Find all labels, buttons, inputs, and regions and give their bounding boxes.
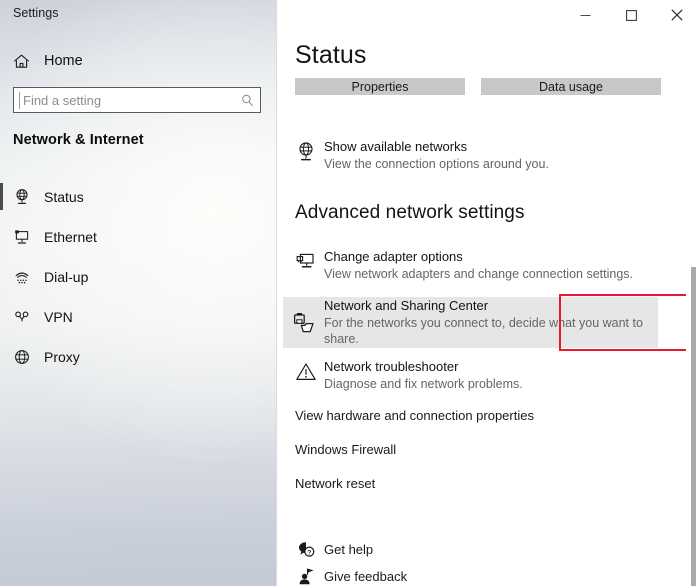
scrollbar-thumb[interactable] [691,267,696,586]
sidebar-item-ethernet[interactable]: Ethernet [0,217,277,257]
link-view-hardware-properties[interactable]: View hardware and connection properties [295,408,534,423]
globe-monitor-icon [288,139,324,163]
globe-icon [0,348,44,366]
home-icon [0,53,42,70]
row-title: Change adapter options [324,249,633,265]
section-heading-advanced: Advanced network settings [295,202,525,224]
give-feedback-label: Give feedback [324,569,407,584]
row-title: Network and Sharing Center [324,298,658,314]
selection-indicator [0,183,3,210]
close-button[interactable] [654,0,700,30]
page-title: Status [295,41,366,70]
sidebar-item-proxy-label: Proxy [44,349,80,365]
search-input[interactable] [14,89,234,111]
tab-properties[interactable]: Properties [295,78,465,95]
get-help-label: Get help [324,542,373,557]
sharing-folder-icon [283,311,324,335]
row-subtitle: View network adapters and change connect… [324,266,633,282]
sidebar: Settings Home Network & Inter [0,0,277,586]
search-icon[interactable] [234,93,260,108]
row-change-adapter-options[interactable]: Change adapter options View network adap… [288,249,673,282]
search-caret [19,92,20,109]
row-title: Show available networks [324,139,549,155]
titlebar-drag-region[interactable]: Settings [0,0,277,30]
window-controls [562,0,700,30]
minimize-button[interactable] [562,0,608,30]
sidebar-item-home-label: Home [44,53,83,69]
globe-monitor-icon [0,188,44,206]
search-box[interactable] [13,87,261,113]
sidebar-item-home[interactable]: Home [0,47,277,75]
row-subtitle: Diagnose and fix network problems. [324,376,523,392]
dialup-icon [0,268,44,286]
ethernet-monitor-icon [0,228,44,246]
sidebar-nav-list: Status Ethernet [0,177,277,377]
sidebar-item-dialup-label: Dial-up [44,269,88,285]
row-subtitle: For the networks you connect to, decide … [324,315,658,347]
row-give-feedback[interactable]: Give feedback [288,567,588,586]
row-show-available-networks[interactable]: Show available networks View the connect… [288,139,673,172]
sidebar-item-ethernet-label: Ethernet [44,229,97,245]
sidebar-item-proxy[interactable]: Proxy [0,337,277,377]
sidebar-item-dialup[interactable]: Dial-up [0,257,277,297]
warning-triangle-icon [288,359,324,383]
main-content: Status Properties Data usage Show availa… [278,0,700,586]
sidebar-item-status-label: Status [44,189,84,205]
app-title: Settings [13,6,59,20]
link-network-reset[interactable]: Network reset [295,476,375,491]
feedback-person-icon [288,567,324,586]
row-network-troubleshooter[interactable]: Network troubleshooter Diagnose and fix … [288,359,673,392]
sidebar-item-vpn-label: VPN [44,309,73,325]
maximize-button[interactable] [608,0,654,30]
svg-text:?: ? [307,549,311,556]
row-title: Network troubleshooter [324,359,523,375]
settings-window: Settings Home Network & Inter [0,0,700,586]
sidebar-item-vpn[interactable]: VPN [0,297,277,337]
help-bubble-icon: ? [288,540,324,559]
tab-data-usage[interactable]: Data usage [481,78,661,95]
row-subtitle: View the connection options around you. [324,156,549,172]
sidebar-item-status[interactable]: Status [0,177,277,217]
link-windows-firewall[interactable]: Windows Firewall [295,442,396,457]
vpn-key-icon [0,308,44,326]
monitor-adapter-icon [288,249,324,273]
category-title: Network & Internet [13,132,144,148]
scrollbar-track[interactable] [686,30,700,586]
row-network-and-sharing-center[interactable]: Network and Sharing Center For the netwo… [283,297,658,348]
row-get-help[interactable]: ? Get help [288,540,588,559]
